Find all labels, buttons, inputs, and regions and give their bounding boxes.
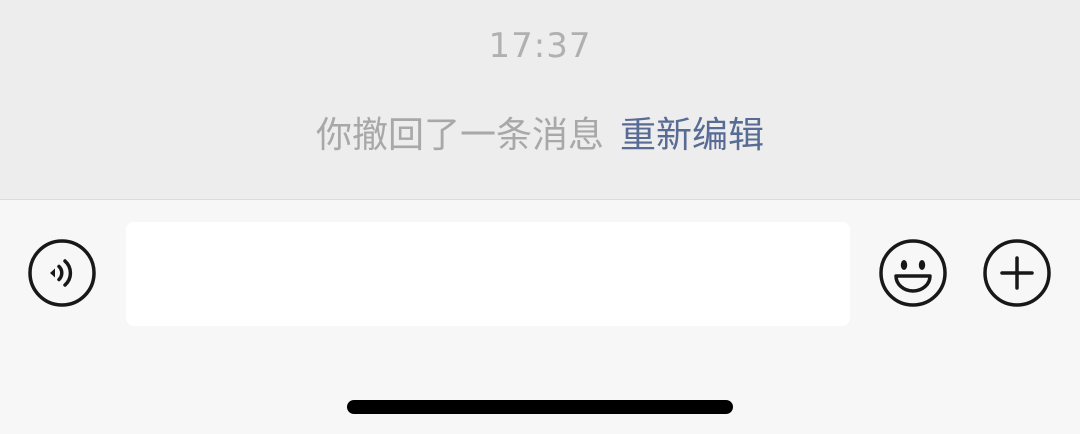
message-input[interactable] <box>126 222 850 326</box>
chat-area: 17:37 你撤回了一条消息 重新编辑 <box>0 0 1080 199</box>
emoji-icon <box>879 239 947 307</box>
emoji-button[interactable] <box>878 238 948 308</box>
voice-button[interactable] <box>27 238 97 308</box>
recall-notice: 你撤回了一条消息 重新编辑 <box>0 112 1080 160</box>
home-indicator[interactable] <box>347 400 733 414</box>
recall-notice-text: 你撤回了一条消息 <box>315 115 604 156</box>
message-timestamp: 17:37 <box>488 26 592 66</box>
input-bar <box>0 200 1080 434</box>
more-button[interactable] <box>982 238 1052 308</box>
reedit-link[interactable]: 重新编辑 <box>620 115 764 156</box>
plus-icon <box>983 239 1051 307</box>
voice-icon <box>28 239 96 307</box>
